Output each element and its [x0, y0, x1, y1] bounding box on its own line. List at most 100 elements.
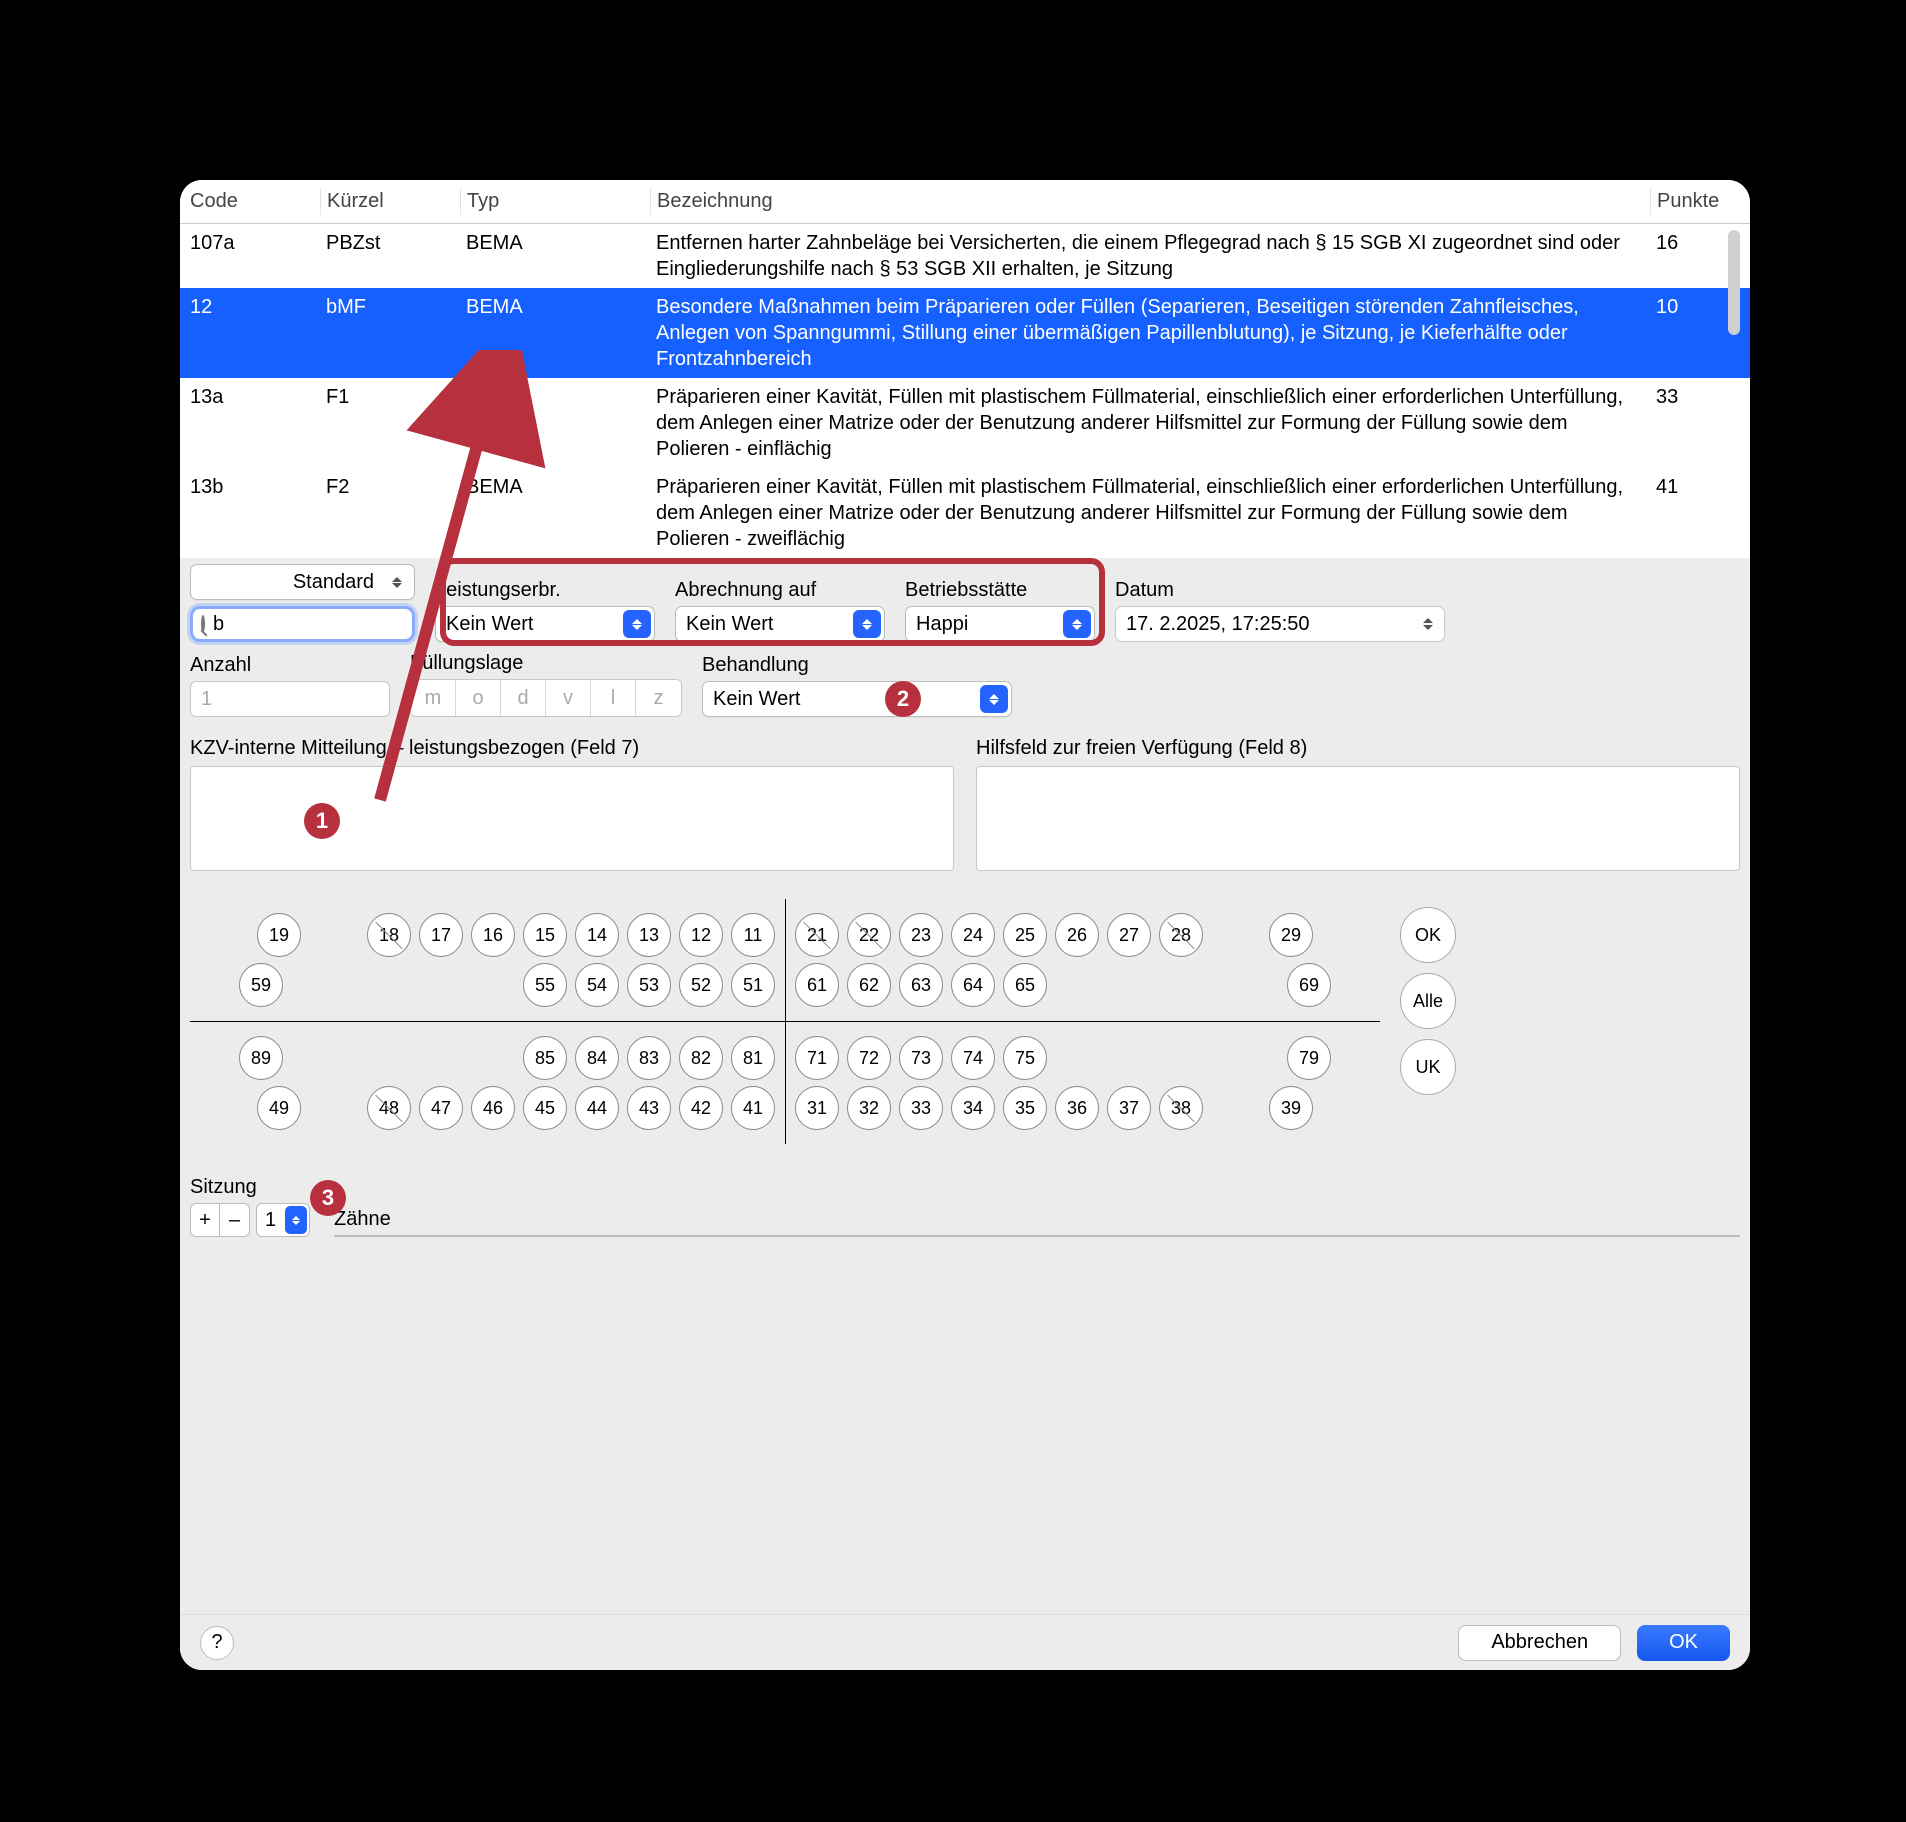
- tooth-16[interactable]: 16: [471, 913, 515, 957]
- tooth-37[interactable]: 37: [1107, 1086, 1151, 1130]
- tooth-55[interactable]: 55: [523, 963, 567, 1007]
- tooth-41[interactable]: 41: [731, 1086, 775, 1130]
- table-row[interactable]: 107aPBZstBEMAEntfernen harter Zahnbeläge…: [180, 224, 1750, 288]
- teeth-alle-button[interactable]: Alle: [1400, 973, 1456, 1029]
- tooth-19[interactable]: 19: [257, 913, 301, 957]
- feld8-textarea[interactable]: [976, 766, 1740, 871]
- tooth-44[interactable]: 44: [575, 1086, 619, 1130]
- tooth-31[interactable]: 31: [795, 1086, 839, 1130]
- tooth-84[interactable]: 84: [575, 1036, 619, 1080]
- tooth-62[interactable]: 62: [847, 963, 891, 1007]
- tooth-39[interactable]: 39: [1269, 1086, 1313, 1130]
- tooth-23[interactable]: 23: [899, 913, 943, 957]
- tooth-38[interactable]: 38: [1159, 1086, 1203, 1130]
- tooth-65[interactable]: 65: [1003, 963, 1047, 1007]
- tooth-89[interactable]: 89: [239, 1036, 283, 1080]
- sitzung-plus-button[interactable]: +: [190, 1203, 220, 1237]
- tooth-45[interactable]: 45: [523, 1086, 567, 1130]
- tooth-34[interactable]: 34: [951, 1086, 995, 1130]
- sitzung-minus-button[interactable]: –: [220, 1203, 250, 1237]
- teeth-ok-button[interactable]: OK: [1400, 907, 1456, 963]
- fuellungslage-z[interactable]: z: [636, 680, 681, 716]
- tooth-28[interactable]: 28: [1159, 913, 1203, 957]
- abrechnung-select[interactable]: Kein Wert: [675, 606, 885, 642]
- cell-punkte: 41: [1650, 472, 1750, 554]
- fuellungslage-d[interactable]: d: [501, 680, 546, 716]
- tooth-42[interactable]: 42: [679, 1086, 723, 1130]
- tooth-63[interactable]: 63: [899, 963, 943, 1007]
- leistungserbr-select[interactable]: Kein Wert: [435, 606, 655, 642]
- scrollbar-thumb[interactable]: [1728, 230, 1740, 335]
- tooth-64[interactable]: 64: [951, 963, 995, 1007]
- tooth-29[interactable]: 29: [1269, 913, 1313, 957]
- tooth-11[interactable]: 11: [731, 913, 775, 957]
- table-row[interactable]: 13aF1BEMAPräparieren einer Kavität, Füll…: [180, 378, 1750, 468]
- tooth-82[interactable]: 82: [679, 1036, 723, 1080]
- tooth-32[interactable]: 32: [847, 1086, 891, 1130]
- chevron-updown-icon: [623, 610, 651, 638]
- fuellungslage-o[interactable]: o: [456, 680, 501, 716]
- tooth-85[interactable]: 85: [523, 1036, 567, 1080]
- tooth-81[interactable]: 81: [731, 1036, 775, 1080]
- tooth-24[interactable]: 24: [951, 913, 995, 957]
- fuellungslage-m[interactable]: m: [411, 680, 456, 716]
- tooth-73[interactable]: 73: [899, 1036, 943, 1080]
- tooth-53[interactable]: 53: [627, 963, 671, 1007]
- col-code[interactable]: Code: [180, 188, 320, 215]
- table-row[interactable]: 12bMFBEMABesondere Maßnahmen beim Präpar…: [180, 288, 1750, 378]
- tooth-72[interactable]: 72: [847, 1036, 891, 1080]
- label-zaehne: Zähne: [334, 1208, 1740, 1231]
- tooth-22[interactable]: 22: [847, 913, 891, 957]
- tooth-33[interactable]: 33: [899, 1086, 943, 1130]
- tooth-51[interactable]: 51: [731, 963, 775, 1007]
- help-button[interactable]: ?: [200, 1626, 234, 1660]
- tooth-52[interactable]: 52: [679, 963, 723, 1007]
- behandlung-select[interactable]: Kein Wert: [702, 681, 1012, 717]
- tooth-26[interactable]: 26: [1055, 913, 1099, 957]
- col-punkte[interactable]: Punkte: [1650, 188, 1750, 215]
- tooth-21[interactable]: 21: [795, 913, 839, 957]
- tooth-43[interactable]: 43: [627, 1086, 671, 1130]
- col-kuerzel[interactable]: Kürzel: [320, 188, 460, 215]
- tooth-79[interactable]: 79: [1287, 1036, 1331, 1080]
- tooth-27[interactable]: 27: [1107, 913, 1151, 957]
- tooth-54[interactable]: 54: [575, 963, 619, 1007]
- abrechnung-value: Kein Wert: [686, 613, 773, 636]
- sitzung-value-select[interactable]: 1: [256, 1203, 310, 1237]
- search-input-wrap[interactable]: [190, 606, 415, 642]
- tooth-13[interactable]: 13: [627, 913, 671, 957]
- ok-button[interactable]: OK: [1637, 1625, 1730, 1661]
- fuellungslage-l[interactable]: l: [591, 680, 636, 716]
- table-row[interactable]: 13bF2BEMAPräparieren einer Kavität, Füll…: [180, 468, 1750, 558]
- tooth-74[interactable]: 74: [951, 1036, 995, 1080]
- tooth-18[interactable]: 18: [367, 913, 411, 957]
- filter-preset-select[interactable]: Standard: [190, 564, 415, 600]
- datum-input[interactable]: 17. 2.2025, 17:25:50: [1115, 606, 1445, 642]
- anzahl-input[interactable]: 1: [190, 681, 390, 717]
- tooth-14[interactable]: 14: [575, 913, 619, 957]
- tooth-15[interactable]: 15: [523, 913, 567, 957]
- tooth-69[interactable]: 69: [1287, 963, 1331, 1007]
- cancel-button[interactable]: Abbrechen: [1458, 1625, 1621, 1661]
- tooth-25[interactable]: 25: [1003, 913, 1047, 957]
- tooth-61[interactable]: 61: [795, 963, 839, 1007]
- tooth-17[interactable]: 17: [419, 913, 463, 957]
- tooth-12[interactable]: 12: [679, 913, 723, 957]
- teeth-uk-button[interactable]: UK: [1400, 1039, 1456, 1095]
- zaehne-input[interactable]: [334, 1235, 1740, 1237]
- tooth-49[interactable]: 49: [257, 1086, 301, 1130]
- tooth-35[interactable]: 35: [1003, 1086, 1047, 1130]
- tooth-48[interactable]: 48: [367, 1086, 411, 1130]
- tooth-36[interactable]: 36: [1055, 1086, 1099, 1130]
- tooth-71[interactable]: 71: [795, 1036, 839, 1080]
- tooth-59[interactable]: 59: [239, 963, 283, 1007]
- col-bez[interactable]: Bezeichnung: [650, 188, 1650, 215]
- tooth-46[interactable]: 46: [471, 1086, 515, 1130]
- betriebsstaette-select[interactable]: Happi: [905, 606, 1095, 642]
- tooth-47[interactable]: 47: [419, 1086, 463, 1130]
- tooth-75[interactable]: 75: [1003, 1036, 1047, 1080]
- fuellungslage-v[interactable]: v: [546, 680, 591, 716]
- col-typ[interactable]: Typ: [460, 188, 650, 215]
- tooth-83[interactable]: 83: [627, 1036, 671, 1080]
- table-header: Code Kürzel Typ Bezeichnung Punkte: [180, 180, 1750, 224]
